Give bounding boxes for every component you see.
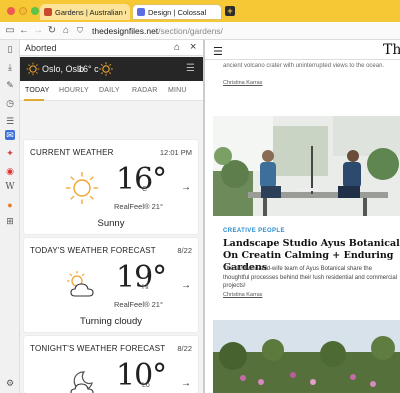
article-hero-image[interactable]: [213, 116, 400, 216]
back-arrow-icon[interactable]: ←: [18, 25, 30, 37]
window-close-button[interactable]: [7, 7, 15, 15]
article-snippet: ancient volcano crater with uninterrupte…: [223, 63, 385, 69]
wikipedia-icon[interactable]: W: [5, 182, 15, 192]
author-link[interactable]: Christina Karras: [223, 292, 262, 298]
url-host: thedesignfiles.net: [92, 26, 159, 36]
weather-menu-icon[interactable]: ☰: [186, 63, 195, 74]
weather-condition: Turning cloudy: [80, 316, 142, 327]
web-panel-title: Aborted: [25, 43, 57, 53]
weather-header: Oslo, Oslo 16° c ☰: [20, 57, 204, 81]
tab-label: Gardens | Australian Gard: [55, 7, 126, 17]
new-tab-plus-icon[interactable]: +: [225, 6, 235, 16]
card-title: TONIGHT'S WEATHER FORECAST: [30, 344, 166, 353]
address-bar: ▭ ← → ↻ ⌂ ⛉ thedesignfiles.net/section/g…: [0, 22, 400, 40]
sidebar-toggle-icon[interactable]: ▭: [4, 25, 16, 37]
tab-today[interactable]: TODAY: [25, 87, 49, 94]
article-dek: The husband-and-wife team of Ayus Botani…: [223, 266, 398, 289]
realfeel-value: RealFeel® 21°: [114, 202, 163, 211]
bookmarks-icon[interactable]: ▯: [5, 44, 15, 54]
extension-icon[interactable]: ✦: [5, 148, 15, 158]
browser-tab-gardens[interactable]: Gardens | Australian Gard: [40, 4, 130, 20]
web-panel: Aborted ⌂ × Oslo, Oslo 16° c ☰ TODAY HOU…: [20, 40, 204, 393]
panel-close-icon[interactable]: ×: [190, 41, 196, 53]
mail-icon[interactable]: ✉: [5, 130, 15, 140]
header-divider: [205, 59, 400, 60]
card-time: 12:01 PM: [159, 148, 192, 157]
card-date: 8/22: [177, 246, 192, 255]
today-forecast-card[interactable]: TODAY'S WEATHER FORECAST 8/22 19° Hi → R…: [24, 238, 198, 332]
panel-home-icon[interactable]: ⌂: [174, 42, 180, 53]
weather-header-temp: 16° c: [78, 64, 99, 74]
add-panel-icon[interactable]: ⊞: [5, 216, 15, 226]
site-favicon-icon: [137, 8, 145, 16]
history-icon[interactable]: ◷: [5, 98, 15, 108]
tab-hourly[interactable]: HOURLY: [59, 87, 89, 94]
sun-icon: [26, 62, 40, 76]
sidebar-panel-strip: ▯ ⤓ ✎ ◷ ☰ ✉ ✦ ◉ W ● ⊞ ⚙: [0, 40, 20, 393]
card-title: CURRENT WEATHER: [30, 148, 114, 157]
night-cloudy-icon: [70, 371, 94, 393]
window-maximize-button[interactable]: [31, 7, 39, 15]
reading-list-icon[interactable]: ☰: [5, 116, 15, 126]
reload-icon[interactable]: ↻: [46, 25, 58, 37]
vivaldi-icon[interactable]: ◉: [5, 166, 15, 176]
weather-condition: Sunny: [97, 218, 125, 229]
forward-arrow-icon[interactable]: →: [32, 25, 44, 37]
arrow-right-icon[interactable]: →: [181, 182, 191, 193]
site-favicon-icon: [44, 8, 52, 16]
arrow-right-icon[interactable]: →: [181, 280, 191, 291]
home-icon[interactable]: ⌂: [60, 25, 72, 37]
window-minimize-button[interactable]: [19, 7, 27, 15]
high-label: Hi: [142, 284, 149, 291]
partly-cloudy-icon: [67, 271, 94, 297]
downloads-icon[interactable]: ⤓: [5, 62, 15, 72]
tonight-forecast-card[interactable]: TONIGHT'S WEATHER FORECAST 8/22 10° Lo →: [24, 336, 198, 393]
current-weather-card[interactable]: CURRENT WEATHER 12:01 PM 16° C → RealFee…: [24, 140, 198, 234]
sun-icon: [99, 62, 113, 76]
url-field[interactable]: thedesignfiles.net/section/gardens/: [92, 25, 223, 37]
active-tab-indicator: [24, 99, 44, 101]
tab-radar[interactable]: RADAR: [132, 87, 158, 94]
url-path: /section/gardens/: [158, 26, 223, 36]
article-category[interactable]: CREATIVE PEOPLE: [223, 228, 285, 234]
shield-icon[interactable]: ⛉: [74, 25, 86, 37]
arrow-right-icon[interactable]: →: [181, 378, 191, 389]
article-garden-image[interactable]: [213, 320, 400, 393]
author-link[interactable]: Christina Karras: [223, 80, 262, 86]
card-title: TODAY'S WEATHER FORECAST: [30, 246, 156, 255]
realfeel-value: RealFeel® 21°: [114, 300, 163, 309]
tab-daily[interactable]: DAILY: [99, 87, 120, 94]
tab-minutecast[interactable]: MINU: [168, 87, 187, 94]
temperature-unit: C: [142, 186, 148, 193]
site-logo[interactable]: The: [383, 42, 400, 58]
notes-icon[interactable]: ✎: [5, 80, 15, 90]
browser-tab-colossal[interactable]: Design | Colossal: [132, 4, 222, 20]
weather-tabs: TODAY HOURLY DAILY RADAR MINU: [20, 81, 204, 101]
settings-gear-icon[interactable]: ⚙: [5, 378, 15, 388]
sun-icon: [66, 172, 98, 204]
main-webpage: ☰ The ancient volcano crater with uninte…: [205, 40, 400, 393]
web-panel-header: Aborted ⌂ ×: [20, 40, 204, 56]
weather-panel-icon[interactable]: ●: [5, 200, 15, 210]
low-label: Lo: [142, 382, 150, 389]
hamburger-menu-icon[interactable]: ☰: [213, 45, 223, 58]
tab-label: Design | Colossal: [148, 7, 207, 17]
card-date: 8/22: [177, 344, 192, 353]
browser-titlebar: Gardens | Australian Gard Design | Colos…: [0, 0, 400, 22]
